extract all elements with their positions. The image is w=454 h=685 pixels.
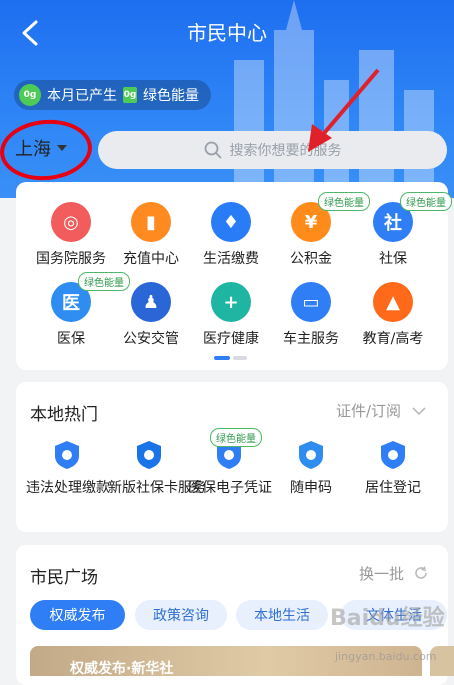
certificates-subscription-label: 证件/订阅 [336,402,402,420]
watermark-url: jingyan.baidu.com [335,650,437,663]
green-energy-tag: 绿色能量 [400,192,452,211]
green-energy-tag: 绿色能量 [210,428,262,447]
hot-service-label: 医保电子凭证 [188,480,272,496]
local-hot-card: 本地热门 证件/订阅 违法处理缴款 新版社保卡服务 医保电子凭证 绿色能量随申码 居住登… [16,382,448,532]
hot-service-item[interactable]: 医保电子凭证 绿色能量 [188,428,272,498]
page-title: 市民中心 [187,21,267,45]
news-banner-title: 权威发布·新华社 [70,661,174,676]
service-label: 社保 [379,251,407,267]
service-label: 公积金 [290,251,332,267]
search-input[interactable]: 搜索你想要的服务 [98,131,447,169]
services-card: ◎ 国务院服务 ▮ 充值中心 ♦ 生活缴费 ¥ 公积金 绿色能量社社保 绿色能量医医保 绿色能量 ♟ 公… [16,182,452,370]
service-item[interactable]: 医医保 绿色能量 [28,272,130,348]
plaza-tab[interactable]: 本地生活 [236,600,328,630]
refresh-label: 换一批 [359,565,405,583]
plaza-tab[interactable]: 政策咨询 [135,600,227,630]
hot-service-icon [50,438,84,472]
service-item[interactable]: ▮ 充值中心 [108,202,194,268]
service-item[interactable]: ¥ 公积金 绿色能量 [268,192,370,268]
refresh-batch-button[interactable]: 换一批 [359,563,429,584]
hot-service-icon [376,438,410,472]
hot-service-label: 随申码 [290,480,332,496]
service-icon: ◎ [51,202,91,242]
energy-prefix-text: 本月已产生 [47,88,117,104]
hot-service-label: 违法处理缴款 [26,480,110,496]
service-item[interactable]: + 医疗健康 [188,282,274,348]
green-energy-banner[interactable]: 0g 本月已产生 0g 绿色能量 [14,80,211,110]
hot-service-label: 居住登记 [365,480,421,496]
hot-service-label: 新版社保卡服务 [108,480,206,496]
hot-service-item[interactable]: 违法处理缴款 [26,438,110,498]
hot-service-item[interactable]: 随申码 [270,438,352,498]
service-label: 车主服务 [283,331,339,347]
certificates-subscription-link[interactable]: 证件/订阅 [336,400,426,421]
refresh-icon [415,566,427,579]
service-icon: ♦ [211,202,251,242]
service-item[interactable]: ♦ 生活缴费 [188,202,274,268]
service-label: 生活缴费 [203,251,259,267]
plaza-tab[interactable]: 权威发布 [30,600,125,630]
hot-service-icon [132,438,166,472]
service-icon: ▲ [373,282,413,322]
service-item[interactable]: 社社保 绿色能量 [350,192,452,268]
service-label: 医保 [57,331,85,347]
service-label: 教育/高考 [362,331,424,347]
energy-amount-badge: 0g [123,87,137,103]
hot-service-item[interactable]: 新版社保卡服务 [108,438,206,498]
service-icon: + [211,282,251,322]
local-hot-title: 本地热门 [30,405,98,425]
service-label: 国务院服务 [36,251,106,267]
energy-suffix-text: 绿色能量 [143,88,199,104]
service-item[interactable]: ◎ 国务院服务 [28,202,114,268]
hot-service-item[interactable]: 居住登记 [352,438,434,498]
page-indicator-active [214,356,230,360]
service-icon: ▮ [131,202,171,242]
service-label: 医疗健康 [203,331,259,347]
chevron-down-icon [412,407,426,416]
service-icon: ▭ [291,282,331,322]
service-item[interactable]: ♟ 公安交管 [108,282,194,348]
green-energy-icon: 0g [19,84,41,106]
citizen-plaza-title: 市民广场 [30,568,98,588]
service-icon: ♟ [131,282,171,322]
search-icon [204,141,221,159]
service-label: 公安交管 [123,331,179,347]
page-indicator [233,356,247,360]
hot-service-icon [294,438,328,472]
watermark-logo: Baidu经验 [330,606,445,631]
service-label: 充值中心 [123,251,179,267]
service-item[interactable]: ▲ 教育/高考 [350,282,436,348]
search-placeholder: 搜索你想要的服务 [229,143,342,159]
service-item[interactable]: ▭ 车主服务 [268,282,354,348]
